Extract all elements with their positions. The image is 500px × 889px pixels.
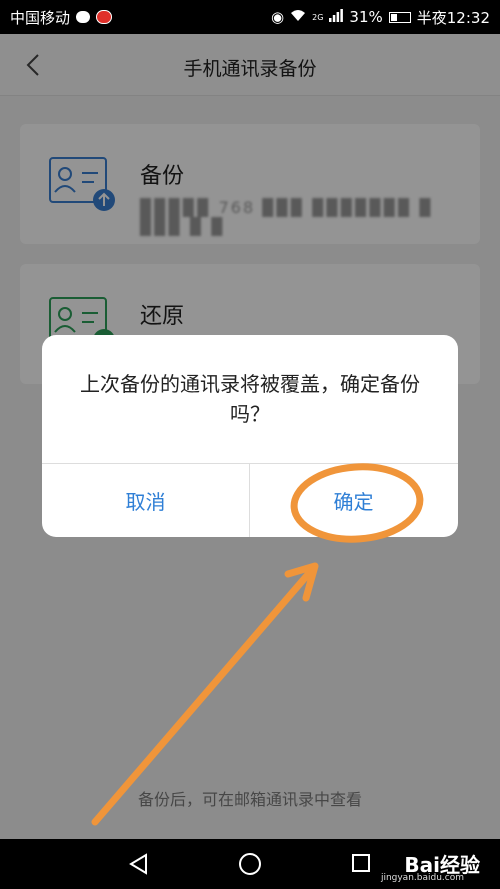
- eye-icon: ◉: [271, 8, 285, 26]
- status-bar: 中国移动 ◉ 2G 31% 半夜12:32: [0, 0, 500, 34]
- cancel-button[interactable]: 取消: [42, 464, 249, 537]
- system-nav-bar: Bai经验 jingyan.baidu.com: [0, 839, 500, 889]
- network-type: 2G: [312, 12, 324, 22]
- clock: 半夜12:32: [416, 8, 490, 27]
- weibo-icon: [96, 10, 113, 24]
- signal-icon: [329, 8, 344, 26]
- battery-icon: [388, 11, 411, 23]
- wifi-icon: [290, 8, 306, 26]
- status-bar-left: 中国移动: [10, 7, 113, 28]
- confirm-button[interactable]: 确定: [250, 464, 457, 537]
- baidu-watermark-url: jingyan.baidu.com: [380, 873, 464, 883]
- dialog-message: 上次备份的通讯录将被覆盖，确定备份吗？: [80, 372, 420, 426]
- nav-recents-icon[interactable]: [351, 853, 371, 873]
- nav-home-icon[interactable]: [238, 852, 262, 876]
- battery-percent: 31%: [349, 8, 383, 26]
- carrier-label: 中国移动: [10, 8, 71, 27]
- nav-back-icon[interactable]: [128, 853, 150, 875]
- status-bar-right: ◉ 2G 31% 半夜12:32: [271, 7, 490, 28]
- confirm-dialog: 上次备份的通讯录将被覆盖，确定备份吗？ 取消 确定: [42, 335, 458, 537]
- chat-bubble-icon: [76, 11, 91, 23]
